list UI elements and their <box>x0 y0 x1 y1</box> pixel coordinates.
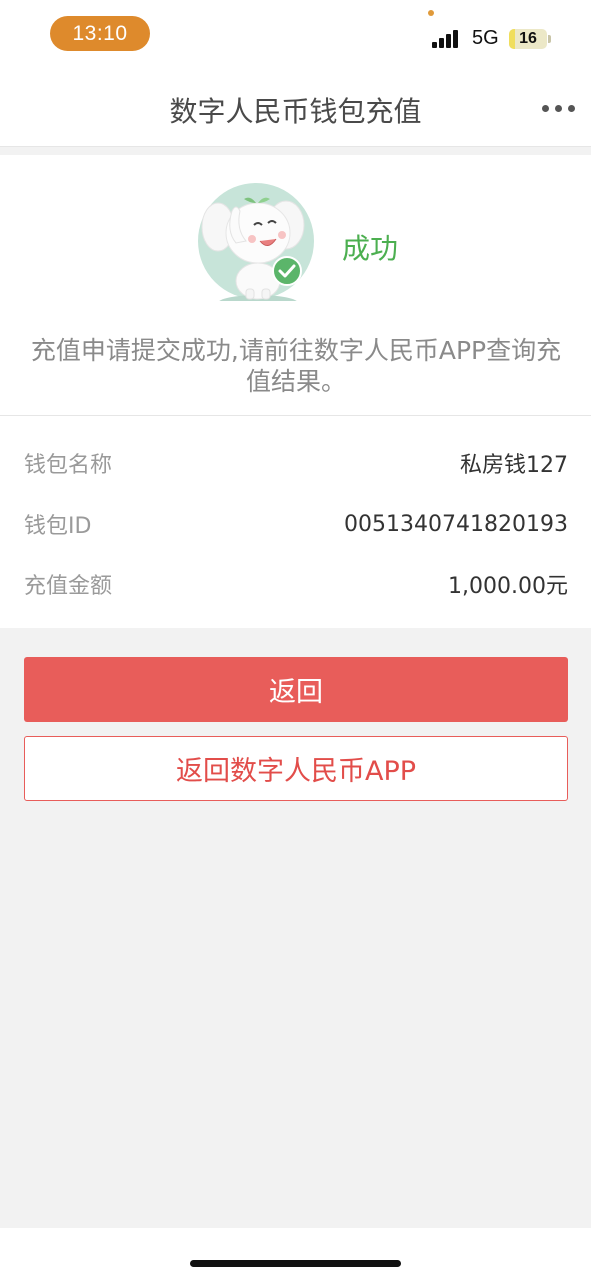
amount-label: 充值金额 <box>24 574 113 599</box>
detail-row-wallet-name: 钱包名称 私房钱127 <box>24 443 568 483</box>
privacy-indicator-icon <box>428 10 434 16</box>
battery-icon: 16 <box>509 29 547 49</box>
page-title: 数字人民币钱包充值 <box>169 95 422 128</box>
home-indicator[interactable] <box>190 1260 401 1267</box>
battery-level: 16 <box>519 30 537 47</box>
more-dots-icon[interactable] <box>538 105 578 115</box>
battery-nub <box>548 35 551 43</box>
navigation-bar: 数字人民币钱包充值 <box>0 72 591 147</box>
elephant-mascot-success-icon <box>196 181 316 311</box>
back-to-app-button[interactable]: 返回数字人民币APP <box>24 736 568 801</box>
status-bar: 13:10 5G 16 <box>0 0 591 72</box>
wallet-id-value: 0051340741820193 <box>344 511 568 537</box>
wallet-id-label: 钱包ID <box>24 514 92 539</box>
result-message: 充值申请提交成功,请前往数字人民币APP查询充值结果。 <box>30 336 562 396</box>
detail-row-wallet-id: 钱包ID 0051340741820193 <box>24 504 568 544</box>
wallet-name-value: 私房钱127 <box>460 453 568 478</box>
back-button[interactable]: 返回 <box>24 657 568 722</box>
amount-value: 1,000.00元 <box>448 574 568 599</box>
status-time: 13:10 <box>50 16 150 51</box>
recharge-details: 钱包名称 私房钱127 钱包ID 0051340741820193 充值金额 1… <box>0 416 591 628</box>
network-type: 5G <box>472 27 499 49</box>
result-section: 成功 充值申请提交成功,请前往数字人民币APP查询充值结果。 <box>0 155 591 416</box>
wallet-name-label: 钱包名称 <box>24 453 113 478</box>
success-label: 成功 <box>342 232 399 265</box>
cellular-signal-icon <box>432 30 464 48</box>
detail-row-amount: 充值金额 1,000.00元 <box>24 564 568 604</box>
action-area: 返回 返回数字人民币APP <box>0 628 591 1228</box>
section-divider <box>0 147 591 155</box>
